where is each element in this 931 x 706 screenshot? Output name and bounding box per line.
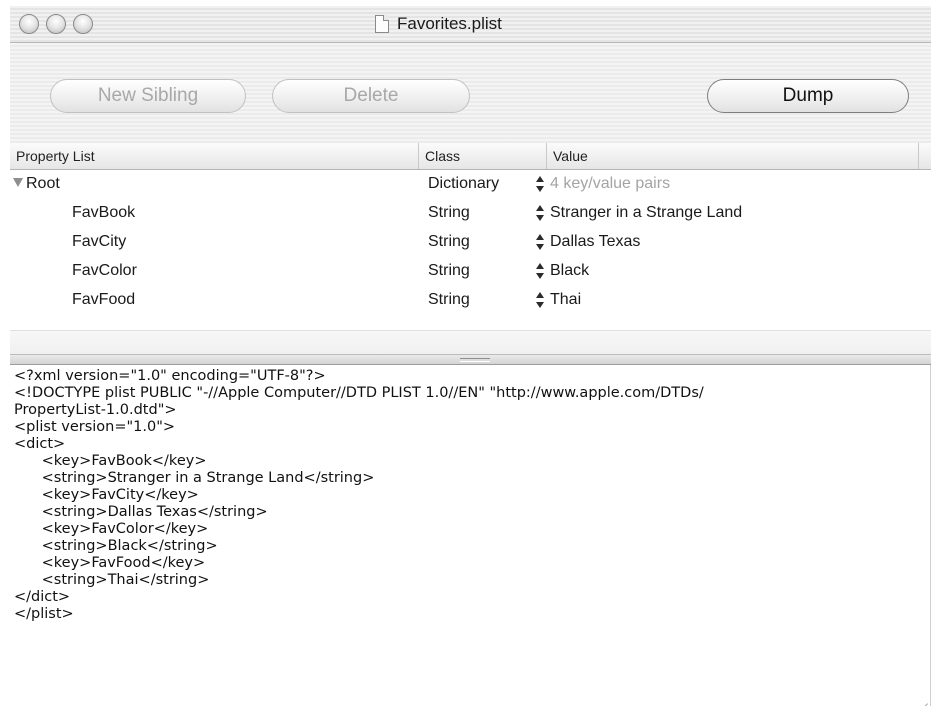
xml-line: <string>Thai</string> xyxy=(14,572,210,588)
class-stepper-icon[interactable] xyxy=(536,176,544,192)
column-header-class[interactable]: Class xyxy=(419,143,547,169)
window-title: Favorites.plist xyxy=(375,13,502,35)
outline-header: Property List Class Value xyxy=(10,143,931,170)
xml-line: <dict> xyxy=(14,436,66,452)
xml-line: <!DOCTYPE plist PUBLIC "-//Apple Compute… xyxy=(14,385,704,401)
xml-line: <key>FavCity</key> xyxy=(14,487,199,503)
column-header-property-list[interactable]: Property List xyxy=(10,143,419,169)
delete-button[interactable]: Delete xyxy=(272,79,470,113)
minimize-window-button[interactable] xyxy=(46,14,66,34)
row-key: Root xyxy=(26,175,60,192)
xml-line: <plist version="1.0"> xyxy=(14,419,176,435)
class-stepper-icon[interactable] xyxy=(536,234,544,250)
column-header-value[interactable]: Value xyxy=(547,143,919,169)
row-class: String xyxy=(428,262,470,279)
class-stepper-icon[interactable] xyxy=(536,263,544,279)
xml-line: <key>FavBook</key> xyxy=(14,453,207,469)
xml-line: </dict> xyxy=(14,589,71,605)
outline-row[interactable]: FavColor String Black xyxy=(10,257,931,285)
row-value: 4 key/value pairs xyxy=(550,175,671,192)
root-key-cell: Root xyxy=(13,170,60,198)
window-title-text: Favorites.plist xyxy=(397,14,502,33)
row-key: FavColor xyxy=(72,262,137,279)
property-outline: Root Dictionary 4 key/value pairs FavBoo… xyxy=(10,170,931,330)
xml-line: <string>Stranger in a Strange Land</stri… xyxy=(14,470,375,486)
toolbar: New Sibling Delete Dump xyxy=(10,43,931,144)
row-value[interactable]: Thai xyxy=(550,286,581,314)
row-key: FavCity xyxy=(72,233,127,250)
split-view-divider[interactable] xyxy=(10,354,931,365)
outline-row[interactable]: FavBook String Stranger in a Strange Lan… xyxy=(10,199,931,227)
row-class: String xyxy=(428,291,470,308)
xml-line: <string>Black</string> xyxy=(14,538,218,554)
class-stepper-icon[interactable] xyxy=(536,292,544,308)
xml-line: <key>FavColor</key> xyxy=(14,521,209,537)
xml-line: PropertyList-1.0.dtd"> xyxy=(14,402,177,418)
row-value[interactable]: Dallas Texas xyxy=(550,228,640,256)
xml-dump-textview[interactable]: <?xml version="1.0" encoding="UTF-8"?> <… xyxy=(10,365,931,706)
row-key: FavFood xyxy=(72,291,136,308)
xml-line: <key>FavFood</key> xyxy=(14,555,206,571)
row-value[interactable]: Stranger in a Strange Land xyxy=(550,199,742,227)
document-icon xyxy=(375,15,389,33)
title-bar: Favorites.plist xyxy=(10,6,931,43)
row-class: String xyxy=(428,204,470,221)
xml-line: </plist> xyxy=(14,606,74,622)
row-class: String xyxy=(428,233,470,250)
xml-line: <string>Dallas Texas</string> xyxy=(14,504,268,520)
outline-row[interactable]: FavFood String Thai xyxy=(10,286,931,314)
dump-button[interactable]: Dump xyxy=(707,79,909,113)
outline-row-root[interactable]: Root Dictionary 4 key/value pairs xyxy=(10,170,931,198)
resize-grip-icon[interactable] xyxy=(918,694,928,704)
plist-editor-window: Favorites.plist New Sibling Delete Dump … xyxy=(10,6,931,706)
close-window-button[interactable] xyxy=(19,14,39,34)
xml-line: <?xml version="1.0" encoding="UTF-8"?> xyxy=(14,368,326,384)
disclosure-triangle-icon[interactable] xyxy=(13,178,23,188)
row-value[interactable]: Black xyxy=(550,257,589,285)
row-class: Dictionary xyxy=(428,175,500,192)
splitter-grip-icon xyxy=(460,358,490,362)
row-key: FavBook xyxy=(72,204,136,221)
outline-row[interactable]: FavCity String Dallas Texas xyxy=(10,228,931,256)
zoom-window-button[interactable] xyxy=(73,14,93,34)
class-stepper-icon[interactable] xyxy=(536,205,544,221)
new-sibling-button[interactable]: New Sibling xyxy=(50,79,246,113)
